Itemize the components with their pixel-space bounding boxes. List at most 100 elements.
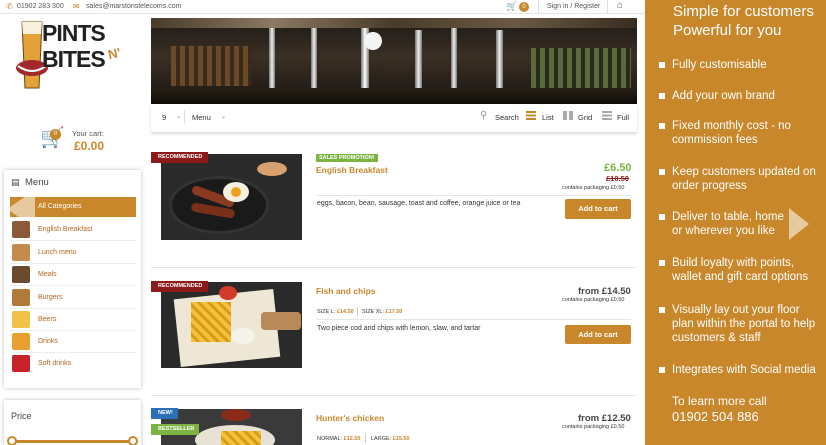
product-price: £6.50 xyxy=(604,162,632,174)
category-beers[interactable]: Beers xyxy=(10,309,136,331)
recommended-ribbon: RECOMMENDED xyxy=(151,152,209,163)
category-thumb xyxy=(12,221,30,238)
size-label: SIZE L: xyxy=(317,309,336,315)
category-label: Soft drinks xyxy=(38,360,72,367)
cart-label: Your cart: xyxy=(72,129,104,138)
category-label: Burgers xyxy=(38,294,63,301)
mail-icon: ✉ xyxy=(73,2,80,11)
product-packaging: contains packaging £0.50 xyxy=(562,185,625,191)
topbar-phone[interactable]: 01902 283 300 xyxy=(17,3,64,10)
bullet-icon xyxy=(659,62,665,68)
product-name[interactable]: Hunter's chicken xyxy=(316,413,384,423)
promo-heading: Simple for customers Powerful for you xyxy=(673,2,814,40)
home-icon[interactable]: ⌂ xyxy=(617,0,623,11)
promo-learn-text: To learn more call xyxy=(672,394,767,408)
product-price: from £14.50 xyxy=(578,286,631,297)
bullet-icon xyxy=(659,367,665,373)
list-view-button[interactable]: List xyxy=(542,113,554,122)
size-option-xl[interactable]: SIZE XL: £17.50 xyxy=(362,309,402,315)
size-price: £17.50 xyxy=(385,309,403,315)
bullet-icon xyxy=(659,260,665,266)
bestseller-ribbon: BESTSELLER xyxy=(151,424,200,435)
chevron-down-icon: ⌄ xyxy=(176,114,182,120)
bullet-icon xyxy=(659,123,665,129)
size-option-normal[interactable]: NORMAL: £12.50 xyxy=(317,436,360,442)
size-label: SIZE XL: xyxy=(362,309,385,315)
category-thumb xyxy=(12,266,30,283)
product-description: Two piece cod and chips with lemon, slaw… xyxy=(317,325,481,332)
price-filter-panel xyxy=(4,400,141,445)
category-thumb xyxy=(12,355,30,372)
logo-line1: PINTS xyxy=(42,20,106,46)
product-price: from £12.50 xyxy=(578,413,631,424)
add-to-cart-button[interactable]: Add to cart xyxy=(565,199,631,219)
promo-contact: To learn more call 01902 504 886 xyxy=(672,393,767,425)
logo-amp: N' xyxy=(106,44,122,63)
sort-select[interactable]: Menu xyxy=(192,113,211,122)
category-label: Lunch menu xyxy=(38,249,77,256)
sales-promotion-badge: SALES PROMOTION! xyxy=(316,154,378,162)
list-view-icon[interactable] xyxy=(526,111,536,120)
sidebar-cart[interactable]: 🛒 0 Your cart: £0.00 xyxy=(40,125,130,155)
divider xyxy=(151,395,637,396)
category-thumb xyxy=(12,289,30,306)
category-meals[interactable]: Meals xyxy=(10,264,136,286)
product-old-price: £10.50 xyxy=(606,174,629,183)
logo-line2: BITES xyxy=(42,46,106,72)
promo-heading-line1: Simple for customers xyxy=(673,3,814,20)
top-bar: ✆ 01902 283 300 ✉ sales@marstonstelecoms… xyxy=(0,0,645,14)
size-option-l[interactable]: SIZE L: £14.50 xyxy=(317,309,354,315)
bullet-icon xyxy=(659,214,665,220)
full-view-icon[interactable] xyxy=(602,111,612,120)
add-to-cart-button[interactable]: Add to cart xyxy=(565,325,631,344)
product-name[interactable]: Fish and chips xyxy=(316,286,376,296)
per-page-select[interactable]: 9 xyxy=(162,113,166,122)
topbar-cart-badge: 0 xyxy=(519,2,529,12)
topbar-cart-icon[interactable]: 🛒 xyxy=(506,1,517,12)
category-label: Drinks xyxy=(38,338,58,345)
category-english-breakfast[interactable]: English Breakfast xyxy=(10,219,136,241)
size-price: £15.50 xyxy=(392,436,410,442)
topbar-email[interactable]: sales@marstonstelecoms.com xyxy=(86,3,181,10)
divider xyxy=(365,434,366,443)
signin-link[interactable]: Sign in / Register xyxy=(547,3,600,10)
category-label: All Categories xyxy=(38,203,82,210)
category-soft-drinks[interactable]: Soft drinks xyxy=(10,353,136,375)
category-thumb xyxy=(12,311,30,328)
divider xyxy=(151,267,637,268)
divider xyxy=(184,110,185,124)
divider xyxy=(538,0,539,14)
product-name[interactable]: English Breakfast xyxy=(316,165,388,175)
price-slider-track[interactable] xyxy=(10,440,136,443)
grid-view-icon[interactable] xyxy=(563,111,573,120)
price-slider-min-handle[interactable] xyxy=(7,436,17,445)
price-filter-title: Price xyxy=(11,411,32,421)
category-burgers[interactable]: Burgers xyxy=(10,287,136,309)
product-image-english-breakfast[interactable] xyxy=(161,154,302,240)
category-lunch-menu[interactable]: Lunch menu xyxy=(10,242,136,264)
divider xyxy=(357,307,358,316)
logo[interactable]: PINTS N' BITES xyxy=(12,18,130,100)
product-packaging: contains packaging £0.50 xyxy=(562,424,625,430)
category-thumb xyxy=(12,333,30,350)
page: ✆ 01902 283 300 ✉ sales@marstonstelecoms… xyxy=(0,0,826,445)
search-button[interactable]: Search xyxy=(495,113,519,122)
grid-view-button[interactable]: Grid xyxy=(578,113,592,122)
search-icon[interactable]: ⚲ xyxy=(480,110,487,121)
price-slider-max-handle[interactable] xyxy=(128,436,138,445)
category-drinks[interactable]: Drinks xyxy=(10,331,136,353)
size-option-large[interactable]: LARGE: £15.50 xyxy=(371,436,410,442)
size-label: LARGE: xyxy=(371,436,392,442)
product-packaging: contains packaging £0.50 xyxy=(562,297,625,303)
promo-phone[interactable]: 01902 504 886 xyxy=(672,409,759,424)
cart-badge: 0 xyxy=(50,129,61,140)
divider xyxy=(316,319,631,320)
cart-total: £0.00 xyxy=(74,139,105,153)
new-ribbon: NEW! xyxy=(151,408,178,419)
category-label: Meals xyxy=(38,271,57,278)
full-view-button[interactable]: Full xyxy=(617,113,629,122)
product-description: eggs, bacon, bean, sausage, toast and co… xyxy=(317,200,521,207)
bullet-icon xyxy=(659,307,665,313)
product-image-fish-and-chips[interactable] xyxy=(161,282,302,368)
phone-icon: ✆ xyxy=(6,2,13,11)
